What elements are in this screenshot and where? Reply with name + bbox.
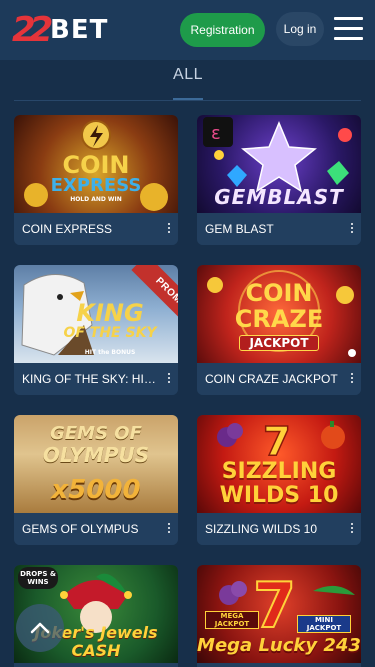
chevron-up-icon [30,622,50,634]
game-caption: COIN EXPRESS [14,213,178,245]
art-title-line3: MINI JACKPOT [297,615,351,633]
tab-all[interactable]: ALL [158,62,218,100]
more-options-icon[interactable] [349,523,355,535]
more-options-icon[interactable] [166,223,172,235]
art-title-line2: OF THE SKY [63,325,157,341]
game-card-gem-blast[interactable]: ε GEMBLAST GEM BLAST [197,115,361,245]
top-header: 22 BET Registration Log in [0,0,375,60]
game-card-sizzling-wilds-10[interactable]: 7 SIZZLING WILDS 10 SIZZLING WILDS 10 [197,415,361,545]
logo-digits: 22 [12,10,53,50]
game-card-king-of-the-sky[interactable]: KING OF THE SKY HIT the BONUS PROMO KING… [14,265,178,395]
art-title-line2: CRAZE [234,305,324,333]
art-title-line2: WILDS 10 [219,483,339,508]
art-badge: DROPS & WINS [18,567,58,589]
tab-all-label: ALL [173,66,203,83]
more-options-icon[interactable] [349,223,355,235]
art-title-line2: OLYMPUS [42,443,150,467]
svg-text:7: 7 [253,569,296,642]
art-title-line1: GEMS OF [50,423,142,444]
game-caption: KING OF THE SKY: HIT THE BONUS [14,363,178,395]
game-card-coin-craze-jackpot[interactable]: COIN CRAZE JACKPOT COIN CRAZE JACKPOT [197,265,361,395]
art-title-line3: HOLD AND WIN [70,196,122,203]
art-title-line3: JACKPOT [239,335,319,351]
more-options-icon[interactable] [166,373,172,385]
game-thumbnail[interactable]: COIN EXPRESS HOLD AND WIN [14,115,178,213]
art-title-line1: SIZZLING [221,459,337,484]
game-name: COIN EXPRESS [22,222,113,236]
more-options-icon[interactable] [349,373,355,385]
hamburger-menu-icon[interactable] [334,17,363,41]
art-title-line1: COIN [245,279,313,307]
game-thumbnail[interactable]: 7 MEGA JACKPOT MINI JACKPOT Mega Lucky 2… [197,565,361,663]
svg-text:ε: ε [211,123,221,144]
registration-button[interactable]: Registration [180,13,265,47]
game-name: KING OF THE SKY: HIT THE BONUS [22,372,160,386]
game-caption: COIN CRAZE JACKPOT [197,363,361,395]
art-title-line1: Mega Lucky 243 [197,635,361,656]
game-name: SIZZLING WILDS 10 [205,522,318,536]
game-thumbnail[interactable]: KING OF THE SKY HIT the BONUS PROMO [14,265,178,363]
game-name: COIN CRAZE JACKPOT [205,372,338,386]
game-caption: SIZZLING WILDS 10 [197,513,361,545]
login-button[interactable]: Log in [276,12,324,46]
game-thumbnail[interactable]: 7 SIZZLING WILDS 10 [197,415,361,513]
game-thumbnail[interactable]: GEMS OF OLYMPUS x5000 [14,415,178,513]
game-card-mega-lucky-243[interactable]: 7 MEGA JACKPOT MINI JACKPOT Mega Lucky 2… [197,565,361,667]
game-card-coin-express[interactable]: COIN EXPRESS HOLD AND WIN COIN EXPRESS [14,115,178,245]
game-card-gems-of-olympus[interactable]: GEMS OF OLYMPUS x5000 GEMS OF OLYMPUS [14,415,178,545]
game-caption: GEM BLAST [197,213,361,245]
art-title-line3: x5000 [51,475,141,505]
game-name: GEM BLAST [205,222,274,236]
game-name: GEMS OF OLYMPUS [22,522,139,536]
game-caption: GEMS OF OLYMPUS [14,513,178,545]
brand-logo[interactable]: 22 BET [12,9,116,51]
game-thumbnail[interactable]: COIN CRAZE JACKPOT [197,265,361,363]
section-divider [14,100,361,101]
scroll-to-top-button[interactable] [16,604,64,652]
art-title-line1: KING [76,299,144,327]
art-title-line2: EXPRESS [50,175,142,196]
art-title-line1: GEMBLAST [214,185,344,209]
more-options-icon[interactable] [166,523,172,535]
logo-word: BET [50,15,109,45]
game-thumbnail[interactable]: ε GEMBLAST [197,115,361,213]
art-title-line3: HIT the BONUS [84,349,136,356]
art-title-line2: MEGA JACKPOT [205,611,259,629]
